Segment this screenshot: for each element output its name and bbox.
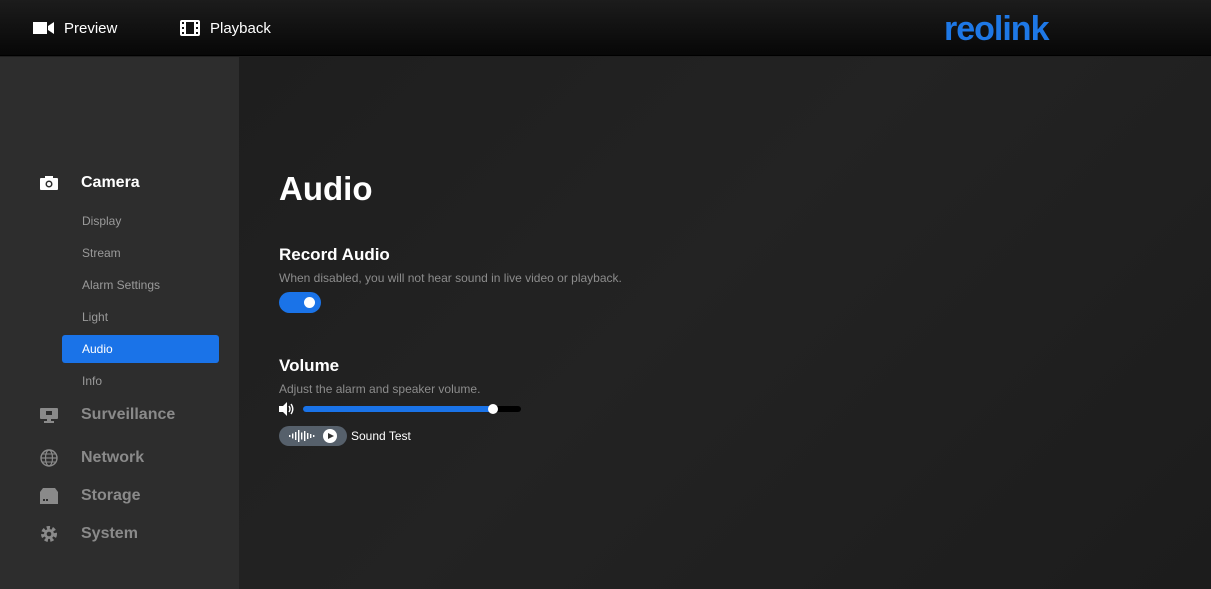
reolink-logo: reolink (944, 13, 1051, 45)
nav-preview[interactable]: Preview (33, 0, 117, 56)
play-icon (323, 429, 337, 443)
page-title: Audio (279, 170, 373, 207)
gear-icon (41, 526, 57, 542)
monitor-icon (40, 408, 58, 423)
nav-playback-label: Playback (210, 19, 271, 37)
sound-test-label: Sound Test (351, 429, 411, 443)
volume-heading: Volume (279, 356, 340, 375)
main-panel (239, 57, 1211, 589)
sidebar-section-label: Camera (81, 174, 140, 191)
sidebar-item-light[interactable]: Light (62, 303, 219, 331)
toggle-knob (304, 297, 315, 308)
speaker-icon (279, 402, 294, 416)
record-audio-description: When disabled, you will not hear sound i… (279, 271, 622, 285)
record-audio-heading: Record Audio (279, 245, 390, 264)
volume-slider-fill (303, 406, 493, 412)
volume-description: Adjust the alarm and speaker volume. (279, 382, 481, 396)
top-bar: Preview Playback reolink (0, 0, 1211, 56)
sidebar-item-stream[interactable]: Stream (62, 239, 219, 267)
sidebar-section-label: System (81, 525, 138, 542)
sidebar-item-info[interactable]: Info (62, 367, 219, 395)
sidebar-item-alarm-settings[interactable]: Alarm Settings (62, 271, 219, 299)
volume-slider[interactable] (303, 404, 521, 414)
svg-text:reolink: reolink (944, 13, 1050, 45)
sidebar-section-camera[interactable]: Camera (0, 171, 239, 195)
sidebar-section-surveillance[interactable]: Surveillance (0, 403, 239, 427)
sound-test-button[interactable] (279, 426, 347, 446)
globe-icon (40, 449, 58, 467)
video-camera-icon (33, 22, 54, 34)
record-audio-toggle[interactable] (279, 292, 321, 313)
sidebar-section-system[interactable]: System (0, 522, 239, 546)
camera-icon (40, 176, 58, 190)
nav-preview-label: Preview (64, 19, 118, 37)
sidebar-section-label: Surveillance (81, 406, 176, 423)
sidebar-item-audio[interactable]: Audio (62, 335, 219, 363)
volume-slider-thumb[interactable] (487, 404, 498, 414)
sound-wave-icon (289, 430, 315, 442)
sidebar-section-storage[interactable]: Storage (0, 484, 239, 508)
sidebar-section-network[interactable]: Network (0, 446, 239, 470)
nav-playback[interactable]: Playback (180, 0, 271, 56)
sidebar-item-display[interactable]: Display (62, 207, 219, 235)
sidebar-section-label: Network (81, 449, 145, 466)
sidebar-section-label: Storage (81, 487, 141, 504)
storage-icon (40, 488, 58, 504)
film-icon (180, 20, 200, 36)
